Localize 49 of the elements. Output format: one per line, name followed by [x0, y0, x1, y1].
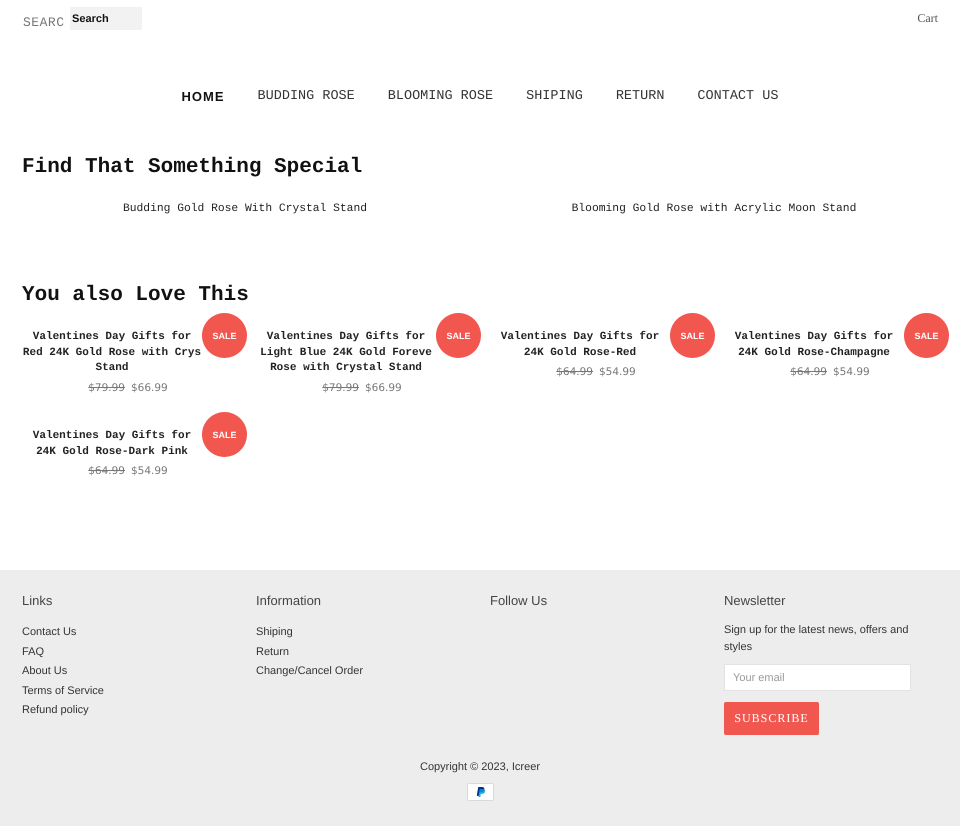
sale-price: $54.99: [599, 365, 636, 379]
nav-link[interactable]: SHIPING: [526, 87, 583, 107]
footer-link[interactable]: Shiping: [256, 626, 293, 638]
sale-badge: SALE: [436, 313, 481, 358]
product-title[interactable]: Valentines Day Gifts for Red 24K Gold Rose with Crys Stand: [22, 330, 202, 376]
footer-heading: Newsletter: [724, 592, 786, 610]
sale-badge: SALE: [670, 313, 715, 358]
footer-heading: Follow Us: [490, 592, 548, 610]
nav-link[interactable]: HOME: [182, 87, 225, 107]
nav-link[interactable]: BUDDING ROSE: [258, 87, 355, 107]
sale-badge: SALE: [202, 313, 247, 358]
product-title[interactable]: Valentines Day Gifts for 24K Gold Rose-Champagne: [724, 330, 904, 361]
search-field[interactable]: Search: [70, 7, 142, 30]
sale-price: $66.99: [131, 380, 168, 394]
footer-link[interactable]: Contact Us: [22, 626, 76, 638]
original-price: $64.99: [790, 365, 827, 379]
footer-link[interactable]: Refund policy: [22, 704, 89, 716]
footer-heading: Information: [256, 592, 322, 610]
footer-link[interactable]: Change/Cancel Order: [256, 665, 364, 677]
product-title[interactable]: Valentines Day Gifts for 24K Gold Rose-Red: [490, 330, 670, 361]
sale-badge: SALE: [202, 412, 247, 457]
section-heading: Find That Something Special: [21, 155, 364, 181]
footer-link[interactable]: Return: [256, 646, 290, 658]
sale-price: $54.99: [131, 464, 168, 478]
payment-icon: [466, 783, 494, 801]
product-title[interactable]: Valentines Day Gifts for Light Blue 24K Gold Foreve Rose with Crystal Stand: [256, 330, 436, 376]
product-title[interactable]: Valentines Day Gifts for 24K Gold Rose-Dark Pink: [22, 429, 202, 460]
section-heading: You also Love This: [21, 283, 250, 309]
footer-link[interactable]: Terms of Service: [22, 684, 104, 696]
original-price: $79.99: [322, 380, 359, 394]
original-price: $79.99: [88, 380, 125, 394]
footer-heading: Links: [22, 592, 52, 610]
newsletter-text: Sign up for the latest news, offers and styles: [724, 623, 910, 655]
footer-link[interactable]: About Us: [22, 665, 68, 677]
collection-link[interactable]: Blooming Gold Rose with Acrylic Moon Stand: [572, 201, 856, 217]
original-price: $64.99: [556, 365, 593, 379]
original-price: $64.99: [88, 464, 125, 478]
sale-price: $66.99: [365, 380, 402, 394]
footer-link[interactable]: FAQ: [22, 646, 44, 658]
sale-price: $54.99: [833, 365, 870, 379]
cart-link[interactable]: Cart: [917, 11, 938, 26]
nav-link[interactable]: RETURN: [616, 87, 664, 107]
nav-link[interactable]: BLOOMING ROSE: [388, 87, 494, 107]
search-label: SEARC: [23, 14, 66, 30]
email-field[interactable]: Your email: [724, 664, 911, 691]
nav-link[interactable]: CONTACT US: [697, 87, 778, 107]
sale-badge: SALE: [904, 313, 949, 358]
collection-link[interactable]: Budding Gold Rose With Crystal Stand: [122, 201, 368, 217]
copyright-text: Copyright © 2023, Icreer: [420, 760, 540, 775]
